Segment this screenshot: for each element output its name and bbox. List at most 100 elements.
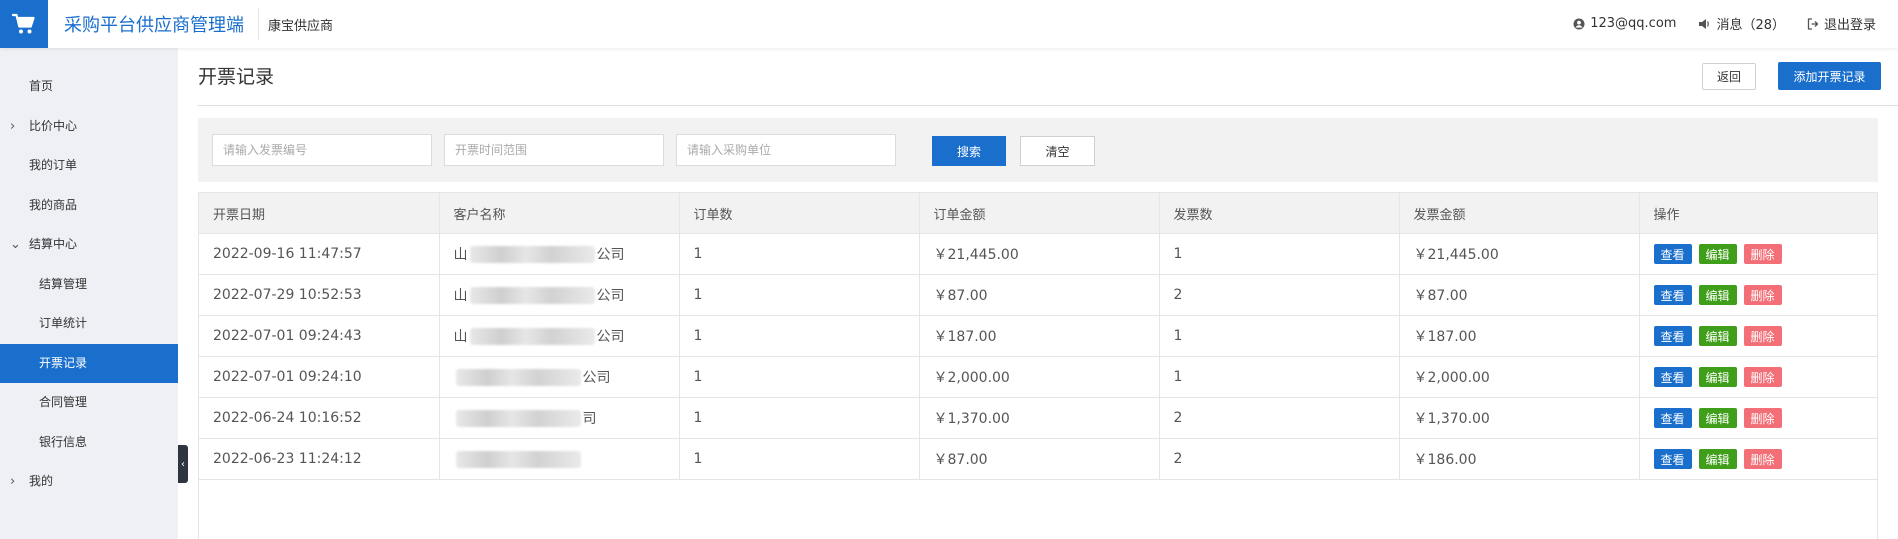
order-amount-cell: ￥87.00 [919, 438, 1160, 480]
sidebar-item-home[interactable]: 首页 [0, 67, 178, 107]
user-icon [1573, 18, 1585, 29]
edit-button[interactable]: 编辑 [1698, 408, 1737, 428]
edit-button[interactable]: 编辑 [1698, 367, 1737, 387]
sidebar-item-label: 合同管理 [39, 395, 88, 409]
order-amount-cell: ￥2,000.00 [919, 356, 1160, 398]
sidebar-item-order-statistics[interactable]: 订单统计 [0, 304, 178, 344]
column-header: 操作 [1639, 193, 1877, 234]
sidebar-item-my-products[interactable]: 我的商品 [0, 186, 178, 226]
invoice-count-cell: 1 [1159, 315, 1400, 357]
invoice-date-cell: 2022-07-01 09:24:43 [199, 315, 440, 357]
customer-name-suffix: 公司 [596, 329, 625, 345]
sidebar-item-price-comparison[interactable]: › 比价中心 [0, 107, 178, 147]
purchaser-input[interactable]: 请输入采购单位 [676, 134, 896, 166]
redacted-customer-name [469, 245, 595, 263]
page-title: 开票记录 [198, 66, 275, 88]
customer-name-suffix: 公司 [596, 288, 625, 304]
sidebar-item-invoice-records[interactable]: 开票记录 [0, 343, 178, 383]
invoice-count-cell: 2 [1159, 438, 1400, 480]
logout-label: 退出登录 [1823, 18, 1876, 33]
customer-name-suffix: 公司 [596, 247, 625, 263]
invoice-amount-cell: ￥21,445.00 [1399, 233, 1640, 275]
sidebar-item-label: 我的 [29, 474, 54, 488]
view-button[interactable]: 查看 [1653, 408, 1692, 428]
invoice-number-input[interactable]: 请输入发票编号 [212, 134, 432, 166]
sidebar-item-settlement-center[interactable]: ⌄ 结算中心 [0, 225, 178, 265]
delete-button[interactable]: 删除 [1743, 408, 1782, 428]
delete-button[interactable]: 删除 [1743, 326, 1782, 346]
table-body: 2022-09-16 11:47:57 山公司 1 ￥21,445.00 1 ￥21,44… [199, 233, 1877, 480]
edit-button[interactable]: 编辑 [1698, 449, 1737, 469]
invoice-date-range-input[interactable]: 开票时间范围 [444, 134, 664, 166]
order-count-cell: 1 [679, 274, 920, 316]
redacted-customer-name [455, 409, 581, 427]
sidebar-item-settlement-management[interactable]: 结算管理 [0, 265, 178, 305]
chevron-right-icon: › [10, 118, 16, 134]
table-row: 2022-07-01 09:24:10 公司 1 ￥2,000.00 1 ￥2,000.0… [199, 356, 1877, 398]
customer-name-cell: 司 [439, 397, 680, 439]
edit-button[interactable]: 编辑 [1698, 326, 1737, 346]
sidebar-item-label: 我的订单 [29, 158, 78, 172]
order-amount-cell: ￥21,445.00 [919, 233, 1160, 275]
delete-button[interactable]: 删除 [1743, 367, 1782, 387]
invoice-amount-cell: ￥87.00 [1399, 274, 1640, 316]
user-account[interactable]: 123@qq.com [1573, 16, 1676, 31]
messages-label: 消息（28） [1716, 18, 1785, 33]
view-button[interactable]: 查看 [1653, 326, 1692, 346]
invoice-amount-cell: ￥2,000.00 [1399, 356, 1640, 398]
customer-name-prefix: 山 [453, 288, 468, 304]
sidebar-item-contract-management[interactable]: 合同管理 [0, 383, 178, 423]
sidebar: 首页 › 比价中心 我的订单 我的商品 ⌄ 结算中心 结算管理 订单统计 开票记… [0, 48, 178, 539]
order-count-cell: 1 [679, 356, 920, 398]
cart-logo[interactable] [0, 0, 48, 48]
invoice-table: 开票日期 客户名称 订单数 订单金额 发票数 发票金额 操作 2022-09-1… [198, 192, 1878, 539]
column-header: 发票数 [1159, 193, 1400, 234]
order-amount-cell: ￥1,370.00 [919, 397, 1160, 439]
invoice-date-cell: 2022-09-16 11:47:57 [199, 233, 440, 275]
customer-name-prefix: 山 [453, 329, 468, 345]
add-invoice-record-button[interactable]: 添加开票记录 [1778, 62, 1881, 90]
edit-button[interactable]: 编辑 [1698, 244, 1737, 264]
sidebar-item-bank-info[interactable]: 银行信息 [0, 423, 178, 463]
user-email: 123@qq.com [1590, 16, 1677, 31]
chevron-right-icon: › [10, 474, 16, 489]
order-count-cell: 1 [679, 233, 920, 275]
column-header: 订单金额 [919, 193, 1160, 234]
view-button[interactable]: 查看 [1653, 285, 1692, 305]
customer-name-suffix: 公司 [582, 370, 611, 386]
delete-button[interactable]: 删除 [1743, 285, 1782, 305]
invoice-amount-cell: ￥1,370.00 [1399, 397, 1640, 439]
actions-cell: 查看 编辑 删除 [1639, 274, 1877, 316]
filter-panel: 请输入发票编号 开票时间范围 请输入采购单位 搜索 清空 [198, 118, 1878, 182]
invoice-date-cell: 2022-07-01 09:24:10 [199, 356, 440, 398]
view-button[interactable]: 查看 [1653, 244, 1692, 264]
order-amount-cell: ￥187.00 [919, 315, 1160, 357]
column-header: 开票日期 [199, 193, 440, 234]
messages-link[interactable]: 消息（28） [1698, 14, 1785, 33]
sidebar-item-label: 我的商品 [29, 197, 78, 212]
back-button[interactable]: 返回 [1702, 63, 1756, 90]
main-content: 开票记录 返回 添加开票记录 请输入发票编号 开票时间范围 请输入采购单位 搜索… [178, 48, 1898, 539]
sidebar-item-my-orders[interactable]: 我的订单 [0, 146, 178, 186]
search-button[interactable]: 搜索 [932, 136, 1006, 166]
delete-button[interactable]: 删除 [1743, 244, 1782, 264]
sidebar-item-mine[interactable]: › 我的 [0, 462, 178, 502]
redacted-customer-name [455, 450, 581, 468]
invoice-date-cell: 2022-06-23 11:24:12 [199, 438, 440, 480]
customer-name-cell: 山 公司 [439, 233, 680, 275]
sidebar-item-label: 银行信息 [39, 434, 88, 449]
view-button[interactable]: 查看 [1653, 449, 1692, 469]
edit-button[interactable]: 编辑 [1698, 285, 1737, 305]
view-button[interactable]: 查看 [1653, 367, 1692, 387]
logout-link[interactable]: 退出登录 [1807, 14, 1876, 33]
supplier-name: 康宝供应商 [268, 19, 334, 34]
header-actions: 123@qq.com 消息（28） 退出登录 [1573, 14, 1876, 33]
sidebar-item-label: 结算管理 [39, 276, 88, 291]
order-amount-cell: ￥87.00 [919, 274, 1160, 316]
title-divider-line [198, 105, 1898, 106]
invoice-amount-cell: ￥186.00 [1399, 438, 1640, 480]
delete-button[interactable]: 删除 [1743, 449, 1782, 469]
actions-cell: 查看 编辑 删除 [1639, 397, 1877, 439]
order-count-cell: 1 [679, 397, 920, 439]
clear-button[interactable]: 清空 [1020, 136, 1095, 166]
